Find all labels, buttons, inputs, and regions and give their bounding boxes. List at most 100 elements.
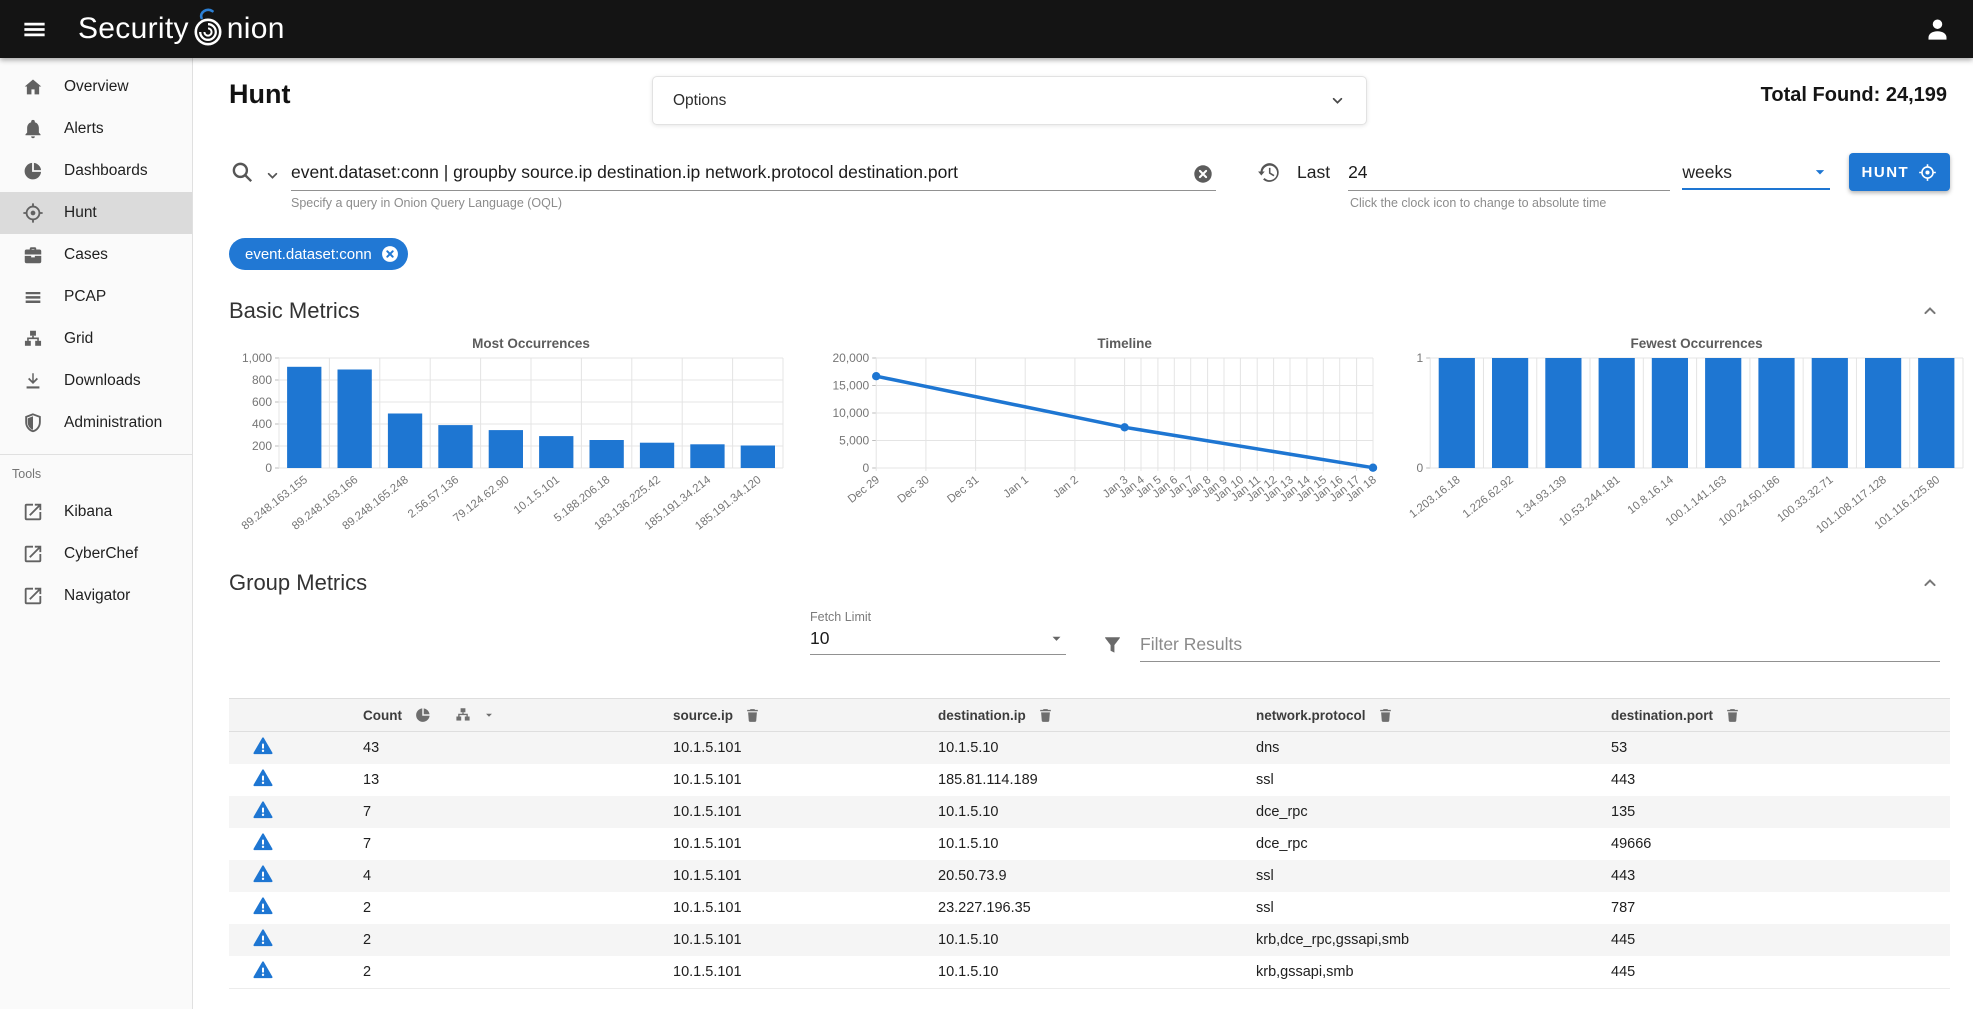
warning-triangle-icon[interactable]: [252, 799, 274, 821]
remove-column-icon[interactable]: [1724, 707, 1741, 724]
table-cell: dns: [1256, 740, 1611, 756]
table-cell: 445: [1611, 932, 1950, 948]
user-account-icon[interactable]: [1924, 16, 1951, 43]
onion-logo-icon: [190, 8, 226, 50]
groupby-graph-icon[interactable]: [454, 706, 472, 724]
table-cell: 2: [363, 932, 673, 948]
chevron-down-icon[interactable]: [1329, 92, 1346, 109]
filter-results-input[interactable]: [1140, 628, 1940, 662]
sidebar-item-label: CyberChef: [64, 545, 138, 563]
sidebar-item-label: Kibana: [64, 503, 112, 521]
sidebar-item-label: Hunt: [64, 204, 97, 222]
filter-chip-label: event.dataset:conn: [245, 246, 372, 263]
table-row[interactable]: 1310.1.5.101185.81.114.189ssl443: [229, 764, 1950, 796]
table-cell: 13: [363, 772, 673, 788]
sidebar-item-downloads[interactable]: Downloads: [0, 360, 192, 402]
column-header-destination-ip[interactable]: destination.ip: [938, 708, 1026, 723]
table-cell: 10.1.5.10: [938, 964, 1256, 980]
table-cell: 53: [1611, 740, 1950, 756]
table-cell: ssl: [1256, 772, 1611, 788]
remove-column-icon[interactable]: [1037, 707, 1054, 724]
remove-column-icon[interactable]: [744, 707, 761, 724]
sidebar-item-cyberchef[interactable]: CyberChef: [0, 533, 192, 575]
hunt-button[interactable]: HUNT: [1849, 153, 1950, 191]
table-cell: 443: [1611, 772, 1950, 788]
svg-text:0: 0: [863, 461, 870, 475]
sidebar-item-administration[interactable]: Administration: [0, 402, 192, 444]
sidebar-item-alerts[interactable]: Alerts: [0, 108, 192, 150]
svg-text:20,000: 20,000: [832, 351, 869, 365]
sidebar-item-pcap[interactable]: PCAP: [0, 276, 192, 318]
warning-triangle-icon[interactable]: [252, 863, 274, 885]
sidebar-item-kibana[interactable]: Kibana: [0, 491, 192, 533]
collapse-basic-metrics-icon[interactable]: [1920, 301, 1940, 321]
svg-text:400: 400: [252, 417, 272, 431]
table-cell: 10.1.5.10: [938, 740, 1256, 756]
table-row[interactable]: 210.1.5.10123.227.196.35ssl787: [229, 892, 1950, 924]
collapse-group-metrics-icon[interactable]: [1920, 573, 1940, 593]
external-link-icon: [22, 501, 44, 523]
sidebar-item-dashboards[interactable]: Dashboards: [0, 150, 192, 192]
total-found: Total Found: 24,199: [1761, 84, 1947, 107]
filter-chip[interactable]: event.dataset:conn: [229, 238, 408, 270]
caret-down-icon[interactable]: [1810, 162, 1830, 182]
table-cell: 7: [363, 804, 673, 820]
table-cell: 10.1.5.10: [938, 836, 1256, 852]
sidebar-item-overview[interactable]: Overview: [0, 66, 192, 108]
remove-filter-icon[interactable]: [380, 244, 400, 264]
table-row[interactable]: 410.1.5.10120.50.73.9ssl443: [229, 860, 1950, 892]
warning-triangle-icon[interactable]: [252, 959, 274, 981]
table-cell: 10.1.5.101: [673, 900, 938, 916]
table-row[interactable]: 710.1.5.10110.1.5.10dce_rpc49666: [229, 828, 1950, 860]
table-cell: 10.1.5.101: [673, 964, 938, 980]
search-icon[interactable]: [229, 159, 255, 185]
sidebar-item-navigator[interactable]: Navigator: [0, 575, 192, 617]
warning-triangle-icon[interactable]: [252, 735, 274, 757]
table-row[interactable]: 210.1.5.10110.1.5.10krb,gssapi,smb445: [229, 956, 1950, 988]
sidebar-item-cases[interactable]: Cases: [0, 234, 192, 276]
warning-triangle-icon[interactable]: [252, 927, 274, 949]
column-header-source-ip[interactable]: source.ip: [673, 708, 733, 723]
remove-column-icon[interactable]: [1377, 707, 1394, 724]
table-cell: 4: [363, 868, 673, 884]
clock-history-icon[interactable]: [1256, 160, 1281, 185]
pie-chart-toggle-icon[interactable]: [414, 706, 432, 724]
clear-query-icon[interactable]: [1192, 163, 1214, 185]
column-header-count[interactable]: Count: [363, 708, 402, 723]
table-cell: 135: [1611, 804, 1950, 820]
table-cell: 445: [1611, 964, 1950, 980]
table-cell: 10.1.5.101: [673, 772, 938, 788]
options-expander[interactable]: Options: [652, 76, 1367, 125]
fetch-limit-select[interactable]: 10: [810, 624, 1066, 655]
svg-text:600: 600: [252, 395, 272, 409]
time-unit-select[interactable]: weeks: [1682, 155, 1829, 190]
filter-funnel-icon: [1101, 633, 1124, 656]
table-row[interactable]: 210.1.5.10110.1.5.10krb,dce_rpc,gssapi,s…: [229, 924, 1950, 956]
column-header-destination-port[interactable]: destination.port: [1611, 708, 1713, 723]
column-header-network-protocol[interactable]: network.protocol: [1256, 708, 1366, 723]
fewest-occurrences-chart[interactable]: Fewest Occurrences011.203.16.181.226.62.…: [1409, 334, 1969, 542]
sidebar-item-grid[interactable]: Grid: [0, 318, 192, 360]
sidebar-item-label: Administration: [64, 414, 162, 432]
svg-text:10,000: 10,000: [832, 406, 869, 420]
warning-triangle-icon[interactable]: [252, 831, 274, 853]
time-value-input[interactable]: [1348, 154, 1670, 191]
query-history-chevron-icon[interactable]: [264, 167, 281, 184]
caret-down-icon[interactable]: [1047, 629, 1066, 648]
table-cell: 20.50.73.9: [938, 868, 1256, 884]
table-row[interactable]: 4310.1.5.10110.1.5.10dns53: [229, 732, 1950, 764]
external-link-icon: [22, 585, 44, 607]
menu-icon[interactable]: [21, 16, 48, 43]
download-icon: [22, 370, 44, 392]
sidebar-item-hunt[interactable]: Hunt: [0, 192, 192, 234]
query-input[interactable]: [291, 154, 1216, 191]
home-icon: [22, 76, 44, 98]
caret-down-icon[interactable]: [482, 708, 496, 722]
most-occurrences-chart[interactable]: Most Occurrences02004006008001,00089.248…: [229, 334, 789, 542]
hunt-button-label: HUNT: [1862, 164, 1910, 181]
warning-triangle-icon[interactable]: [252, 767, 274, 789]
warning-triangle-icon[interactable]: [252, 895, 274, 917]
table-row[interactable]: 710.1.5.10110.1.5.10dce_rpc135: [229, 796, 1950, 828]
timeline-chart[interactable]: Timeline05,00010,00015,00020,000Dec 29De…: [819, 334, 1379, 542]
sidebar-item-label: PCAP: [64, 288, 106, 306]
